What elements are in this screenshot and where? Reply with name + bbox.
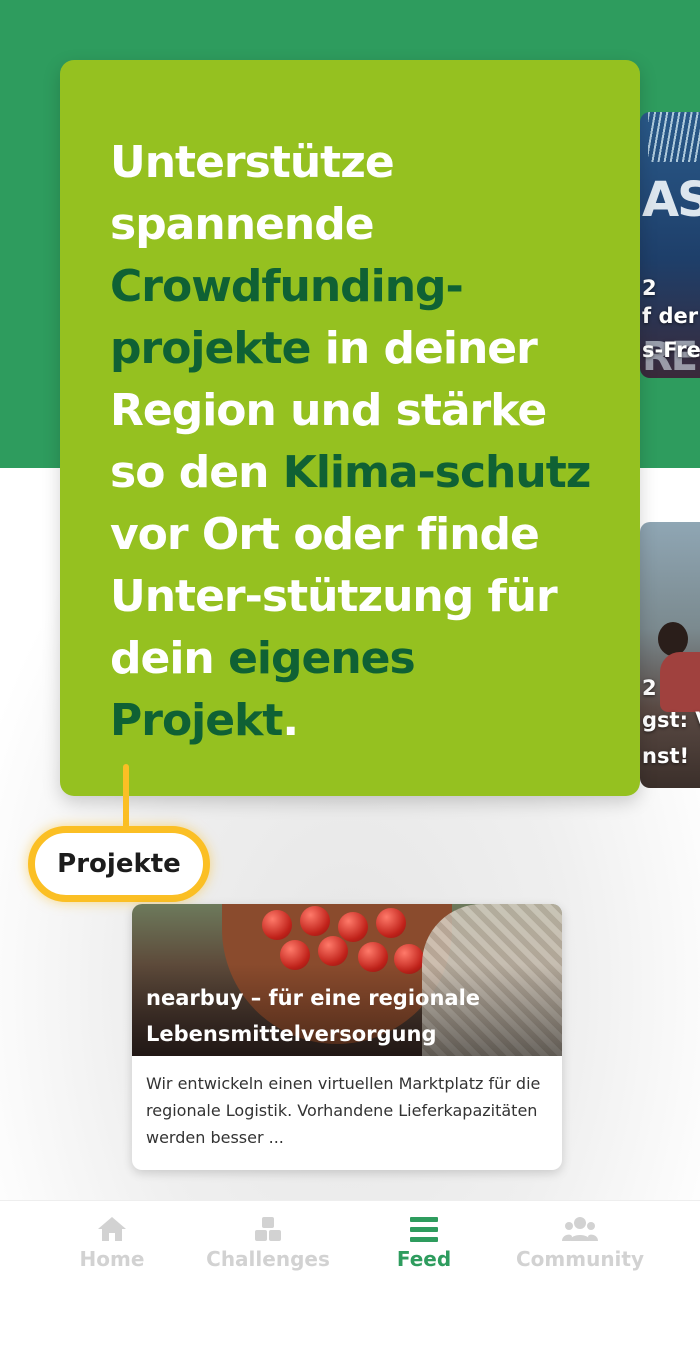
tomato-graphic: [338, 912, 368, 942]
nav-item-feed[interactable]: Feed: [344, 1215, 504, 1271]
nav-label: Challenges: [206, 1247, 330, 1271]
pill-label: Projekte: [57, 849, 181, 879]
users-icon: [562, 1217, 598, 1241]
onboarding-tooltip: Unterstütze spannende Crowdfunding-proje…: [60, 60, 640, 796]
tomato-graphic: [318, 936, 348, 966]
bottom-navigation: Home Challenges Feed Community: [0, 1200, 700, 1360]
tooltip-segment: Unterstütze spannende: [110, 137, 395, 250]
card-photo-person-head: [658, 622, 688, 656]
tomato-graphic: [262, 910, 292, 940]
nav-item-challenges[interactable]: Challenges: [188, 1215, 348, 1271]
feed-card-peek-2[interactable]: 2 gst: V nst!: [640, 522, 700, 788]
nav-label: Home: [79, 1247, 145, 1271]
tooltip-connector: [123, 764, 129, 832]
nav-label: Feed: [396, 1247, 452, 1271]
card-title-line-1: f der: [642, 304, 699, 328]
tooltip-segment: .: [282, 695, 299, 746]
project-title: nearbuy – für eine regionale Lebensmitte…: [146, 986, 481, 1046]
projekte-highlight-pill[interactable]: Projekte: [28, 826, 210, 902]
card-year: 2: [642, 676, 657, 700]
cubes-icon: [255, 1217, 281, 1241]
card-title-line-1: gst: V: [642, 708, 700, 732]
menu-icon: [410, 1217, 438, 1242]
project-description: Wir entwickeln einen virtuellen Marktpla…: [146, 1074, 541, 1147]
nav-label: Community: [515, 1247, 645, 1271]
card-title-line-2: nst!: [642, 744, 690, 768]
sunburst-graphic: [648, 112, 700, 162]
tomato-graphic: [376, 908, 406, 938]
nav-item-community[interactable]: Community: [500, 1215, 660, 1271]
card-year: 2: [642, 276, 657, 300]
card-title-line-2: s-Fre: [642, 338, 700, 362]
nav-item-home[interactable]: Home: [32, 1215, 192, 1271]
project-card[interactable]: nearbuy – für eine regionale Lebensmitte…: [132, 904, 562, 1170]
tomato-graphic: [300, 906, 330, 936]
tooltip-text: Unterstütze spannende Crowdfunding-proje…: [110, 132, 600, 752]
tooltip-highlight: Klima-schutz: [282, 447, 592, 498]
project-image: nearbuy – für eine regionale Lebensmitte…: [132, 904, 562, 1056]
card-photo-person: [660, 652, 700, 712]
home-icon: [98, 1217, 126, 1241]
feed-card-peek-1[interactable]: ASS RE 2 f der s-Fre: [640, 112, 700, 378]
card-background-lettering: ASS: [642, 172, 700, 228]
